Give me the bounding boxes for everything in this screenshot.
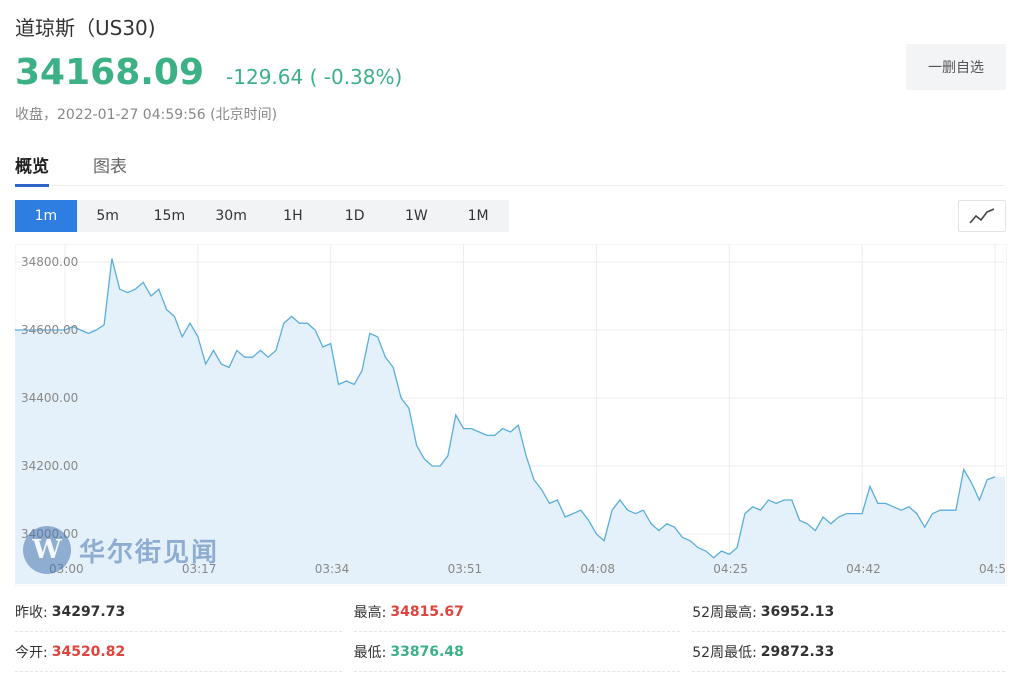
period-selector: 1m 5m 15m 30m 1H 1D 1W 1M [15, 200, 509, 232]
period-1d-button[interactable]: 1D [324, 200, 386, 232]
stat-open: 今开: 34520.82 [15, 632, 342, 672]
watermark: W 华尔街见闻 [23, 526, 219, 574]
y-tick-label: 34600.00 [21, 323, 78, 337]
stat-value: 34520.82 [51, 643, 126, 660]
stats-row: 今开: 34520.82 最低: 33876.48 52周最低: 29872.3… [15, 632, 1006, 672]
tab-overview[interactable]: 概览 [15, 150, 49, 187]
stat-value: 36952.13 [760, 603, 835, 620]
y-tick-label: 34400.00 [21, 391, 78, 405]
stat-value: 29872.33 [760, 643, 835, 660]
period-5m-button[interactable]: 5m [77, 200, 139, 232]
period-1mo-button[interactable]: 1M [447, 200, 509, 232]
period-15m-button[interactable]: 15m [139, 200, 201, 232]
price-row: 34168.09 -129.64 ( -0.38%) [15, 52, 402, 93]
stat-value: 33876.48 [390, 643, 464, 660]
watermark-logo-icon: W [23, 526, 71, 574]
period-30m-button[interactable]: 30m [200, 200, 262, 232]
stats-panel: 昨收: 34297.73 最高: 34815.67 52周最高: 36952.1… [15, 592, 1006, 672]
y-tick-label: 34200.00 [21, 459, 78, 473]
price-change: -129.64 ( -0.38%) [226, 65, 403, 89]
period-1w-button[interactable]: 1W [386, 200, 448, 232]
market-status: 收盘，2022-01-27 04:59:56 (北京时间) [15, 104, 277, 124]
tab-chart[interactable]: 图表 [93, 150, 127, 186]
chart-type-button[interactable] [958, 200, 1006, 232]
status-timestamp: 2022-01-27 04:59:56 [57, 107, 206, 123]
stat-52w-high: 52周最高: 36952.13 [692, 592, 1006, 632]
stat-label: 52周最低: [692, 644, 757, 661]
stat-value: 34815.67 [390, 603, 464, 620]
period-1h-button[interactable]: 1H [262, 200, 324, 232]
watermark-text: 华尔街见闻 [79, 537, 220, 568]
period-1m-button[interactable]: 1m [15, 200, 77, 232]
x-tick-label: 04:08 [580, 562, 615, 576]
x-tick-label: 04:25 [713, 562, 748, 576]
stat-label: 52周最高: [692, 604, 757, 621]
status-label: 收盘， [15, 107, 57, 123]
y-tick-label: 34800.00 [21, 255, 78, 269]
stat-low: 最低: 33876.48 [353, 632, 681, 672]
stat-high: 最高: 34815.67 [353, 592, 681, 632]
main-tabs: 概览 图表 [15, 150, 1005, 187]
stats-row: 昨收: 34297.73 最高: 34815.67 52周最高: 36952.1… [15, 592, 1006, 632]
x-tick-label: 04:42 [846, 562, 881, 576]
stat-52w-low: 52周最低: 29872.33 [692, 632, 1006, 672]
stat-label: 最低: [353, 644, 387, 661]
x-tick-label: 03:51 [448, 562, 483, 576]
stat-prev-close: 昨收: 34297.73 [15, 592, 342, 632]
current-price: 34168.09 [15, 52, 205, 93]
line-chart-icon [969, 208, 995, 224]
x-tick-label: 03:34 [315, 562, 350, 576]
status-timezone: (北京时间) [210, 107, 278, 123]
remove-watchlist-button[interactable]: 一删自选 [906, 44, 1006, 90]
stat-label: 最高: [353, 604, 387, 621]
x-tick-label: 04:5 [979, 562, 1006, 576]
instrument-title: 道琼斯（US30) [15, 16, 156, 40]
stat-label: 昨收: [15, 604, 48, 621]
stat-label: 今开: [15, 644, 48, 661]
stat-value: 34297.73 [51, 603, 126, 620]
